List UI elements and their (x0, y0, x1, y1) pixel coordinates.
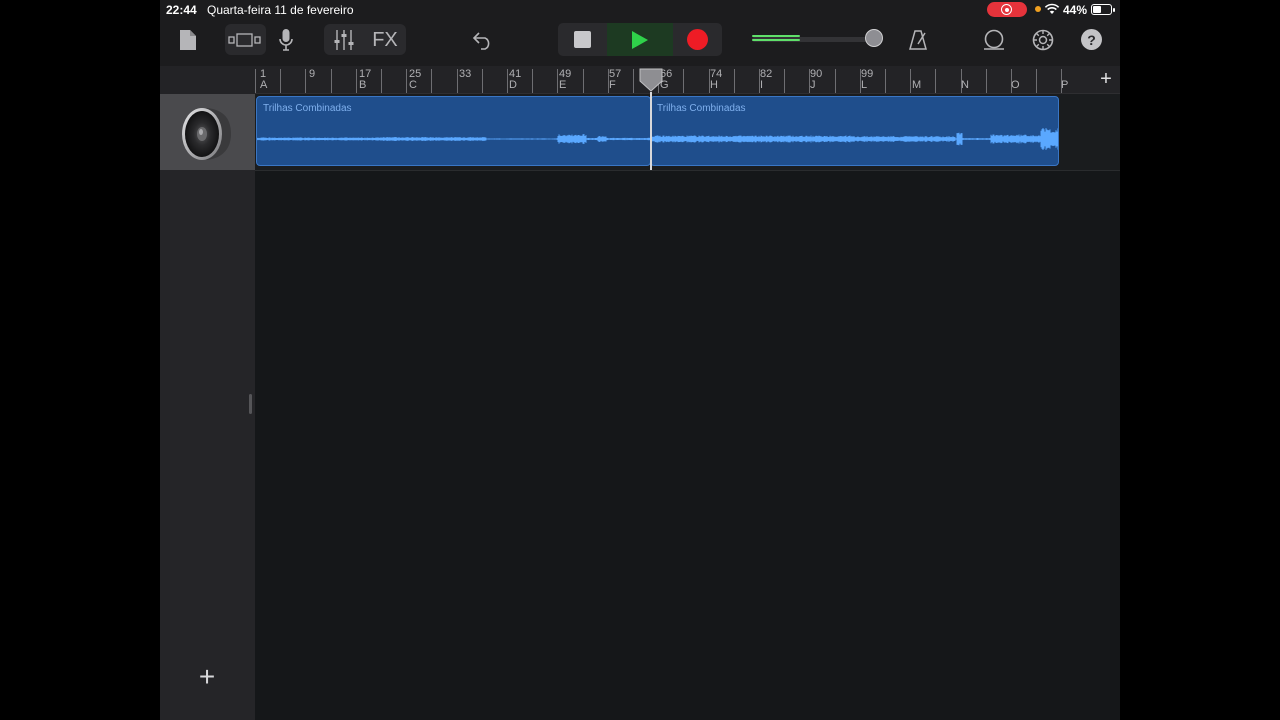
ruler-tick (331, 69, 332, 93)
header-resize-handle[interactable] (249, 394, 252, 414)
ruler-tick (633, 69, 634, 93)
ruler-tick (784, 69, 785, 93)
fx-label: FX (372, 28, 398, 51)
mic-in-use-dot-icon (1035, 6, 1041, 12)
ruler-tick (532, 69, 533, 93)
undo-button[interactable] (470, 27, 496, 53)
ruler-tick (557, 69, 558, 93)
ruler-tick (507, 69, 508, 93)
battery-percent: 44% (1063, 3, 1088, 17)
browser-button[interactable] (226, 27, 264, 53)
track-controls-button[interactable] (329, 27, 359, 53)
ruler-tick (734, 69, 735, 93)
track-headers-area (160, 170, 255, 720)
metronome-icon (909, 30, 927, 50)
ruler-section-letter: P (1061, 79, 1069, 91)
play-button[interactable] (607, 23, 673, 56)
battery-icon (1091, 4, 1115, 15)
ruler-bar-number: 33 (459, 68, 472, 80)
status-time: 22:44 (166, 3, 197, 17)
ruler-tick (986, 69, 987, 93)
transport-controls (558, 23, 722, 56)
screen-recording-icon[interactable] (987, 2, 1027, 17)
metronome-button[interactable] (906, 27, 930, 53)
ruler-tick (583, 69, 584, 93)
timeline-ruler[interactable]: 1 9 17 25 33 41 49 57 66 74 82 90 99 A B C D E F G H I J L M N O P (255, 66, 1120, 94)
my-songs-button[interactable] (176, 27, 200, 53)
status-bar: 22:44 Quarta-feira 11 de fevereiro 44% (160, 0, 1120, 20)
ruler-section-letter: A (260, 79, 268, 91)
add-track-button[interactable]: + (196, 663, 218, 691)
ruler-tick (406, 69, 407, 93)
ruler-section-letter: M (912, 79, 922, 91)
ruler-tick (683, 69, 684, 93)
waveform (257, 134, 650, 144)
ruler-section-letter: C (409, 79, 417, 91)
fx-button[interactable]: FX (366, 27, 404, 53)
ruler-section-letter: B (359, 79, 367, 91)
garageband-screen: 22:44 Quarta-feira 11 de fevereiro 44% F… (160, 0, 1120, 720)
ruler-bar-number: 9 (309, 68, 316, 80)
ruler-section-letter: E (559, 79, 567, 91)
undo-icon (472, 32, 490, 50)
track-header[interactable] (160, 94, 255, 170)
ruler-tick (885, 69, 886, 93)
add-section-button[interactable]: + (1096, 69, 1116, 89)
ruler-tick (431, 69, 432, 93)
ruler-tick (935, 69, 936, 93)
wifi-icon (1044, 3, 1060, 14)
ruler-tick (356, 69, 357, 93)
audio-region[interactable]: Trilhas Combinadas (256, 96, 651, 166)
mixer-sliders-icon (334, 30, 354, 50)
ruler-tick (910, 69, 911, 93)
ruler-section-letter: I (760, 79, 764, 91)
stop-icon (574, 31, 591, 48)
ruler-tick (381, 69, 382, 93)
master-volume-level (752, 35, 800, 44)
microphone-icon (279, 29, 293, 51)
play-icon (632, 30, 648, 49)
playhead-handle[interactable] (639, 68, 663, 92)
status-date: Quarta-feira 11 de fevereiro (207, 3, 354, 17)
track-view-icon (228, 33, 261, 47)
ruler-section-letter: O (1011, 79, 1020, 91)
document-icon (180, 30, 196, 50)
master-volume-slider[interactable] (865, 29, 883, 47)
ruler-section-letter: F (609, 79, 616, 91)
ruler-section-letter: J (810, 79, 816, 91)
ruler-tick (457, 69, 458, 93)
ruler-section-letter: D (509, 79, 517, 91)
ruler-section-letter: N (961, 79, 969, 91)
record-icon (687, 29, 708, 50)
audio-region[interactable]: Trilhas Combinadas (650, 96, 1059, 166)
ruler-corner (160, 66, 255, 94)
microphone-button[interactable] (274, 27, 298, 53)
speaker-icon (182, 108, 231, 160)
loop-browser-button[interactable] (980, 27, 1008, 53)
ruler-tick (305, 69, 306, 93)
record-button[interactable] (673, 23, 722, 56)
settings-button[interactable] (1029, 27, 1057, 53)
stop-button[interactable] (558, 23, 607, 56)
ruler-section-letter: H (710, 79, 718, 91)
ruler-tick (482, 69, 483, 93)
ruler-section-letter: L (861, 79, 868, 91)
playhead-line (650, 92, 652, 170)
help-button[interactable]: ? (1081, 29, 1102, 50)
ruler-tick (1036, 69, 1037, 93)
ruler-tick (255, 69, 256, 93)
ruler-tick (835, 69, 836, 93)
ruler-tick (280, 69, 281, 93)
empty-tracks-area[interactable] (255, 171, 1120, 720)
loop-icon (984, 29, 1004, 50)
gear-icon (1032, 29, 1054, 51)
waveform (651, 128, 1058, 150)
